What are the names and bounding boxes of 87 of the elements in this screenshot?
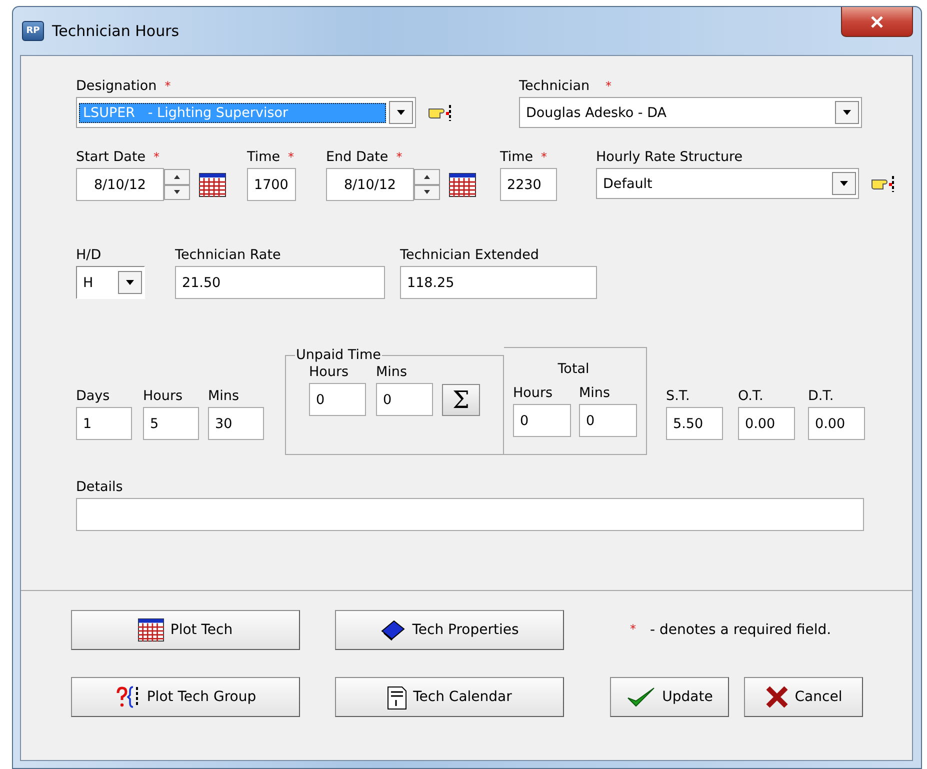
cross-icon bbox=[764, 685, 789, 709]
total-field[interactable]: 0 bbox=[513, 404, 571, 437]
field-label: Technician * bbox=[519, 77, 613, 96]
field-label: Hourly Rate Structure bbox=[596, 148, 744, 167]
spin-down-button[interactable] bbox=[414, 184, 440, 200]
field-label: Mins bbox=[579, 384, 611, 403]
required-mark: * bbox=[396, 150, 402, 164]
required-mark: * bbox=[164, 79, 171, 93]
rate-structure-dropdown[interactable]: Default bbox=[596, 168, 859, 199]
action-button[interactable]: Cancel bbox=[744, 677, 863, 717]
group-title: Unpaid Time bbox=[295, 347, 382, 363]
field-label: Technician Rate bbox=[175, 246, 282, 265]
spin-down-button[interactable] bbox=[164, 184, 190, 200]
duration-field[interactable]: 30 bbox=[208, 407, 264, 440]
field-label: End Date * bbox=[326, 148, 404, 167]
dropdown-button[interactable] bbox=[389, 101, 413, 124]
group-title: Total bbox=[558, 360, 590, 379]
calendar-icon[interactable] bbox=[199, 172, 226, 196]
time-field[interactable]: 1700 bbox=[247, 168, 296, 201]
app-icon: RP bbox=[22, 21, 44, 41]
field-label: H/D bbox=[76, 246, 102, 265]
spin-up-button[interactable] bbox=[414, 169, 440, 184]
field-label: Technician Extended bbox=[400, 246, 540, 265]
unpaid-field[interactable]: 0 bbox=[309, 383, 366, 416]
caret-icon bbox=[396, 110, 406, 116]
field-label: Time * bbox=[247, 148, 296, 167]
action-button[interactable]: Tech Properties bbox=[335, 610, 564, 650]
calendar-icon[interactable] bbox=[449, 172, 476, 196]
dropdown-button[interactable] bbox=[118, 271, 142, 294]
duration-field[interactable]: 5 bbox=[143, 407, 199, 440]
field-label: Hours bbox=[513, 384, 554, 403]
field-label: Details bbox=[76, 478, 124, 497]
calendar-icon bbox=[138, 618, 164, 642]
duration-field[interactable]: 1 bbox=[76, 407, 132, 440]
hours-field[interactable]: 0.00 bbox=[808, 407, 865, 440]
field-label: Hours bbox=[143, 387, 184, 406]
action-button[interactable]: Tech Calendar bbox=[335, 677, 564, 717]
up-arrow-icon bbox=[174, 174, 180, 179]
field-label: Days bbox=[76, 387, 111, 406]
caret-icon bbox=[842, 110, 852, 116]
hd-dropdown[interactable]: H bbox=[76, 266, 145, 299]
caret-icon bbox=[125, 280, 135, 286]
pointing-hand-icon[interactable] bbox=[869, 174, 897, 194]
extended-field[interactable]: 118.25 bbox=[400, 266, 597, 299]
action-button[interactable]: Update bbox=[610, 677, 729, 717]
date-field[interactable]: 8/10/12 bbox=[326, 168, 414, 201]
field-label: Start Date * bbox=[76, 148, 161, 167]
field-label: O.T. bbox=[738, 387, 764, 406]
unpaid-field[interactable]: 0 bbox=[376, 383, 433, 416]
field-label: Designation * bbox=[76, 77, 172, 96]
action-button[interactable]: Plot Tech bbox=[71, 610, 300, 650]
field-label: Hours bbox=[309, 363, 350, 382]
pointing-hand-icon[interactable] bbox=[426, 102, 454, 122]
required-mark: * bbox=[288, 150, 294, 164]
required-mark: * bbox=[606, 79, 612, 93]
down-arrow-icon bbox=[174, 190, 180, 194]
action-button[interactable]: Plot Tech Group bbox=[71, 677, 300, 717]
dropdown-button[interactable] bbox=[835, 101, 859, 124]
sum-button[interactable]: Σ bbox=[442, 384, 480, 416]
total-field[interactable]: 0 bbox=[579, 404, 637, 437]
field-label: S.T. bbox=[666, 387, 691, 406]
date-field[interactable]: 8/10/12 bbox=[76, 168, 164, 201]
calendar-page-icon bbox=[387, 684, 408, 710]
book-icon bbox=[380, 619, 406, 641]
technician-dropdown[interactable]: Douglas Adesko - DA bbox=[519, 97, 862, 128]
close-button[interactable] bbox=[841, 7, 913, 37]
up-arrow-icon bbox=[424, 174, 430, 179]
required-mark: * bbox=[541, 150, 548, 164]
required-note: * - denotes a required field. bbox=[630, 622, 832, 638]
field-label: Mins bbox=[208, 387, 240, 406]
field-label: D.T. bbox=[808, 387, 835, 406]
field-label: Mins bbox=[376, 363, 408, 382]
spin-up-button[interactable] bbox=[164, 169, 190, 184]
hours-field[interactable]: 5.50 bbox=[666, 407, 723, 440]
required-mark: * bbox=[154, 150, 160, 164]
field-label: Time * bbox=[500, 148, 548, 167]
time-field[interactable]: 2230 bbox=[500, 168, 557, 201]
window-title: Technician Hours bbox=[52, 22, 180, 40]
hours-field[interactable]: 0.00 bbox=[738, 407, 795, 440]
caret-icon bbox=[839, 180, 849, 186]
dropdown-button[interactable] bbox=[832, 172, 856, 195]
rate-field[interactable]: 21.50 bbox=[175, 266, 385, 299]
group-icon bbox=[114, 685, 141, 709]
close-icon bbox=[870, 16, 884, 28]
down-arrow-icon bbox=[424, 190, 430, 194]
check-icon bbox=[626, 685, 656, 709]
details-field[interactable] bbox=[76, 498, 864, 531]
